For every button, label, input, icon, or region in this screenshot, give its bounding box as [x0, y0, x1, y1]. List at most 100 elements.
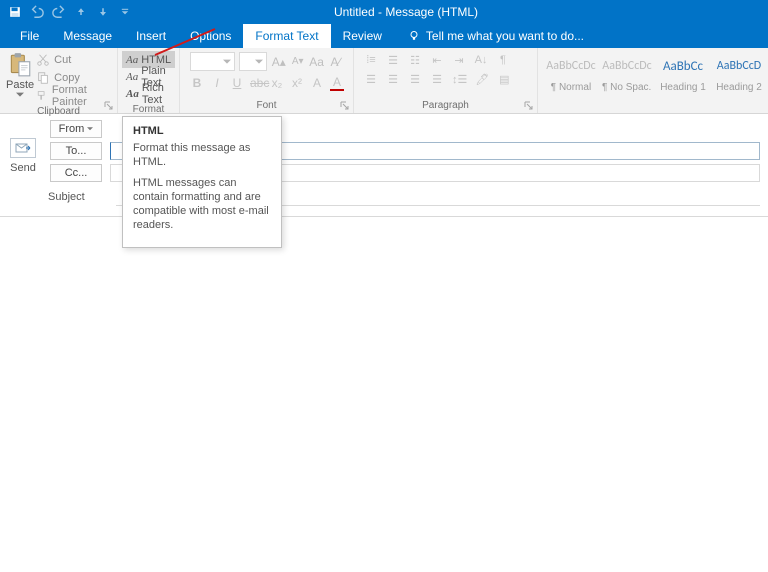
tab-format-text[interactable]: Format Text: [243, 24, 330, 48]
qat-customize-icon[interactable]: [116, 3, 134, 21]
align-left-button[interactable]: ☰: [364, 73, 378, 86]
paste-icon: [7, 52, 33, 78]
bold-button[interactable]: B: [190, 76, 204, 90]
align-right-button[interactable]: ☰: [408, 73, 422, 86]
tab-insert[interactable]: Insert: [124, 24, 178, 48]
change-case-button[interactable]: Aa: [309, 55, 324, 69]
group-label-paragraph: Paragraph: [354, 100, 537, 113]
tab-message[interactable]: Message: [51, 24, 124, 48]
style-preview: AaBbCcDc: [602, 52, 651, 80]
cut-label: Cut: [54, 54, 71, 66]
save-icon[interactable]: [6, 3, 24, 21]
sort-button[interactable]: A↓: [474, 54, 488, 67]
italic-button[interactable]: I: [210, 76, 224, 90]
multilevel-button[interactable]: ☷: [408, 54, 422, 67]
tell-me-label: Tell me what you want to do...: [426, 29, 584, 43]
font-color-button[interactable]: A: [330, 75, 344, 91]
tooltip-html: HTML Format this message as HTML. HTML m…: [122, 116, 282, 248]
clipboard-small-buttons: Cut Copy Format Painter: [36, 50, 113, 104]
dialog-launcher-icon[interactable]: [524, 101, 534, 111]
compose-header: Send From To... Cc... Su: [0, 114, 768, 182]
bullets-button[interactable]: ⁞≡: [364, 54, 378, 67]
paste-button[interactable]: Paste: [4, 50, 36, 98]
up-arrow-icon[interactable]: [72, 3, 90, 21]
subject-row: Subject: [0, 188, 768, 206]
superscript-button[interactable]: x²: [290, 76, 304, 90]
style-name: ¶ No Spac...: [602, 82, 652, 93]
copy-icon: [36, 71, 50, 85]
tooltip-title: HTML: [133, 125, 271, 137]
style-preview: AaBbCc: [663, 52, 703, 80]
style-name: Heading 2: [714, 82, 764, 93]
chevron-down-icon: [87, 127, 93, 131]
window-title: Untitled - Message (HTML): [134, 5, 678, 19]
line-spacing-button[interactable]: ↕☰: [452, 73, 467, 86]
cc-button[interactable]: Cc...: [50, 164, 102, 182]
lightbulb-icon: [408, 30, 420, 42]
tab-options[interactable]: Options: [178, 24, 243, 48]
cut-button[interactable]: Cut: [36, 52, 113, 68]
chevron-down-icon: [16, 92, 24, 98]
format-rich-label: Rich Text: [142, 82, 171, 106]
group-label-clipboard: Clipboard: [0, 106, 117, 119]
highlight-button[interactable]: A: [310, 76, 324, 90]
undo-icon[interactable]: [28, 3, 46, 21]
from-button[interactable]: From: [50, 120, 102, 138]
format-rich-button[interactable]: AaRich Text: [122, 85, 175, 102]
underline-button[interactable]: U: [230, 76, 244, 90]
style-heading-1[interactable]: AaBbCc Heading 1: [658, 52, 708, 93]
increase-indent-button[interactable]: ⇥: [452, 54, 466, 67]
grow-font-button[interactable]: A▴: [271, 55, 286, 69]
chevron-down-icon: [223, 58, 231, 66]
borders-button[interactable]: ▤: [497, 73, 511, 86]
style-no-spacing[interactable]: AaBbCcDc ¶ No Spac...: [602, 52, 652, 93]
justify-button[interactable]: ☰: [430, 73, 444, 86]
ribbon-tabs: File Message Insert Options Format Text …: [0, 24, 768, 48]
format-painter-button[interactable]: Format Painter: [36, 88, 113, 104]
redo-icon[interactable]: [50, 3, 68, 21]
font-size-combo[interactable]: [239, 52, 267, 71]
chevron-down-icon: [255, 58, 263, 66]
show-marks-button[interactable]: ¶: [496, 54, 510, 67]
tooltip-line2: HTML messages can contain formatting and…: [133, 176, 271, 233]
decrease-indent-button[interactable]: ⇤: [430, 54, 444, 67]
style-heading-2[interactable]: AaBbCcD Heading 2: [714, 52, 764, 93]
group-label-font: Font: [180, 100, 353, 113]
message-body[interactable]: [0, 216, 768, 516]
down-arrow-icon[interactable]: [94, 3, 112, 21]
dialog-launcher-icon[interactable]: [104, 101, 114, 111]
send-button[interactable]: [10, 138, 36, 158]
group-clipboard: Paste Cut Copy Format Painter Clipboard: [0, 48, 118, 113]
font-name-combo[interactable]: [190, 52, 235, 71]
clear-format-button[interactable]: A∕: [328, 55, 343, 69]
envelope-arrow-icon: [15, 142, 31, 154]
copy-label: Copy: [54, 72, 80, 84]
group-font: A▴ A▾ Aa A∕ B I U abc x₂ x² A A Font: [180, 48, 354, 113]
ribbon: Paste Cut Copy Format Painter Clipboard: [0, 48, 768, 114]
tab-review[interactable]: Review: [331, 24, 394, 48]
tell-me-search[interactable]: Tell me what you want to do...: [394, 24, 584, 48]
style-normal[interactable]: AaBbCcDc ¶ Normal: [546, 52, 596, 93]
style-name: Heading 1: [658, 82, 708, 93]
shrink-font-button[interactable]: A▾: [290, 56, 305, 67]
align-center-button[interactable]: ☰: [386, 73, 400, 86]
style-preview: AaBbCcD: [717, 52, 761, 80]
paintbrush-icon: [36, 89, 48, 103]
quick-access-toolbar: [0, 3, 134, 21]
group-paragraph: ⁞≡ ☰ ☷ ⇤ ⇥ A↓ ¶ ☰ ☰ ☰ ☰ ↕☰ 🖊 ▤: [354, 48, 538, 113]
shading-button[interactable]: 🖊: [475, 73, 489, 86]
strike-button[interactable]: abc: [250, 76, 264, 90]
group-styles: AaBbCcDc ¶ Normal AaBbCcDc ¶ No Spac... …: [538, 48, 768, 113]
to-button[interactable]: To...: [50, 142, 102, 160]
style-name: ¶ Normal: [546, 82, 596, 93]
from-label: From: [59, 123, 85, 135]
send-label: Send: [10, 162, 36, 174]
dialog-launcher-icon[interactable]: [340, 101, 350, 111]
subscript-button[interactable]: x₂: [270, 76, 284, 90]
tooltip-line1: Format this message as HTML.: [133, 141, 271, 170]
window-titlebar: Untitled - Message (HTML): [0, 0, 768, 24]
group-format: AaHTML AaPlain Text AaRich Text Format: [118, 48, 180, 113]
numbering-button[interactable]: ☰: [386, 54, 400, 67]
paste-label: Paste: [6, 79, 34, 91]
tab-file[interactable]: File: [8, 24, 51, 48]
